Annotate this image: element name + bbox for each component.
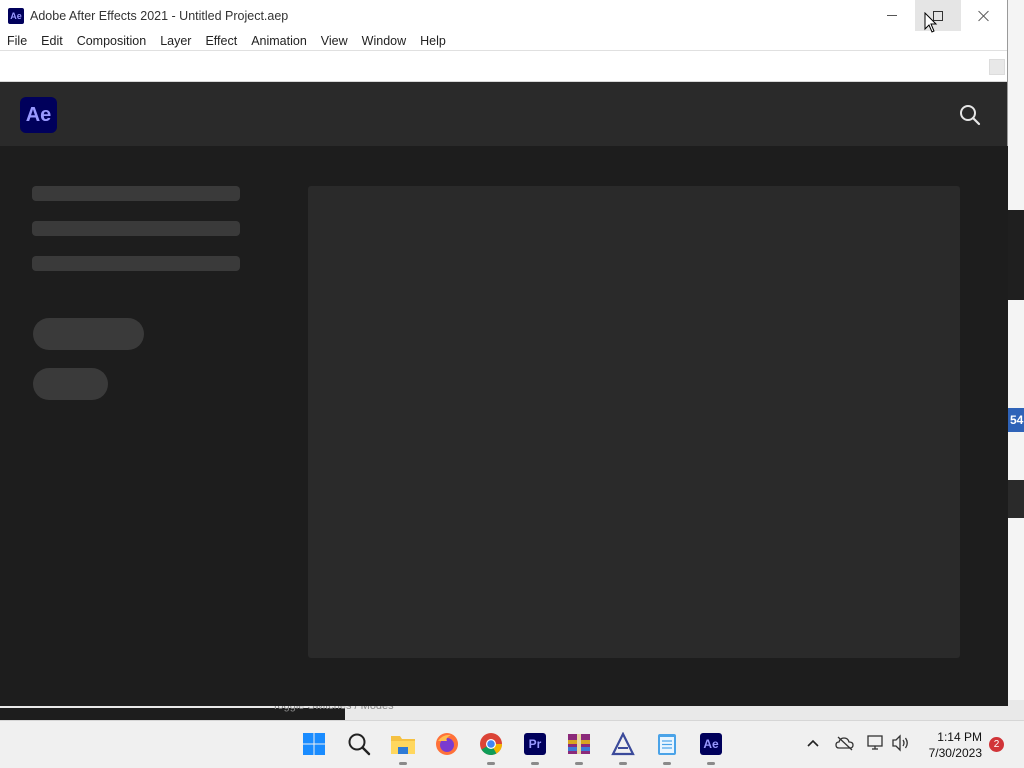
notification-badge[interactable]: 2 (989, 737, 1004, 752)
onedrive-tray[interactable] (835, 733, 855, 753)
background-panel-dark-2 (1008, 480, 1024, 518)
triangle-app-icon (611, 732, 635, 756)
menu-view[interactable]: View (314, 34, 355, 48)
windows-start-icon (303, 733, 325, 755)
menu-composition[interactable]: Composition (70, 34, 153, 48)
skeleton-content-panel (308, 186, 960, 658)
skeleton-button (33, 368, 108, 400)
running-indicator (399, 762, 407, 765)
taskbar-firefox[interactable] (434, 731, 460, 757)
menu-window[interactable]: Window (355, 34, 413, 48)
after-effects-app-icon[interactable]: Ae (8, 7, 24, 24)
show-hidden-icons-button[interactable] (803, 733, 823, 753)
network-icon (867, 735, 883, 750)
skeleton-nav-item (32, 186, 240, 201)
background-panel-dark (1008, 210, 1024, 300)
menu-layer[interactable]: Layer (153, 34, 198, 48)
minimize-icon (887, 15, 897, 16)
taskbar-app-a[interactable] (610, 731, 636, 765)
start-button[interactable] (301, 731, 327, 757)
menu-file[interactable]: File (0, 34, 34, 48)
menu-animation[interactable]: Animation (244, 34, 314, 48)
maximize-button[interactable] (915, 0, 961, 31)
after-effects-icon: Ae (700, 733, 722, 755)
home-screen-body (0, 146, 1008, 706)
background-window (1008, 0, 1024, 720)
minimize-button[interactable] (869, 0, 915, 31)
taskbar-search-button[interactable] (346, 731, 372, 757)
toolbar-overflow-button[interactable] (989, 59, 1005, 75)
running-indicator (619, 762, 627, 765)
window-controls (869, 0, 1007, 31)
taskbar-after-effects[interactable]: Ae (698, 731, 724, 765)
notepad-icon (658, 734, 676, 755)
window-title: Adobe After Effects 2021 - Untitled Proj… (30, 8, 289, 23)
speaker-icon (892, 734, 908, 752)
mouse-cursor-icon (924, 12, 938, 33)
search-icon (348, 733, 371, 756)
running-indicator (487, 762, 495, 765)
search-icon (960, 105, 981, 126)
close-icon (978, 10, 990, 22)
folder-icon (391, 736, 415, 754)
network-tray[interactable] (866, 733, 886, 753)
taskbar-file-explorer[interactable] (390, 731, 416, 765)
running-indicator (663, 762, 671, 765)
after-effects-window: Ae Adobe After Effects 2021 - Untitled P… (0, 0, 1008, 706)
menu-bar: File Edit Composition Layer Effect Anima… (0, 31, 1007, 51)
background-value-badge: 54. (1008, 408, 1024, 432)
cloud-offline-icon (835, 736, 854, 751)
skeleton-nav-item (32, 221, 240, 236)
search-button[interactable] (959, 104, 981, 126)
after-effects-logo: Ae (20, 97, 57, 133)
title-bar[interactable]: Ae Adobe After Effects 2021 - Untitled P… (0, 0, 1007, 31)
running-indicator (707, 762, 715, 765)
taskbar-chrome[interactable] (478, 731, 504, 765)
tools-panel (0, 51, 1007, 82)
winrar-icon (568, 734, 590, 754)
taskbar-notepad[interactable] (654, 731, 680, 765)
menu-edit[interactable]: Edit (34, 34, 70, 48)
volume-tray[interactable] (891, 733, 911, 753)
skeleton-button (33, 318, 144, 350)
taskbar-clock[interactable]: 1:14 PM 7/30/2023 (929, 729, 982, 761)
running-indicator (531, 762, 539, 765)
chevron-up-icon (807, 739, 819, 747)
clock-date: 7/30/2023 (928, 746, 982, 760)
menu-help[interactable]: Help (413, 34, 453, 48)
menu-effect[interactable]: Effect (198, 34, 244, 48)
clock-time: 1:14 PM (937, 730, 982, 744)
firefox-icon (436, 733, 458, 755)
premiere-icon: Pr (524, 733, 546, 755)
running-indicator (575, 762, 583, 765)
skeleton-nav-item (32, 256, 240, 271)
chrome-icon (480, 733, 502, 755)
taskbar-premiere-pro[interactable]: Pr (522, 731, 548, 765)
taskbar-winrar[interactable] (566, 731, 592, 765)
close-button[interactable] (961, 0, 1007, 31)
home-screen-header: Ae (0, 82, 1007, 146)
taskbar: Pr Ae 1:14 PM 7/30/2023 2 (0, 720, 1024, 768)
